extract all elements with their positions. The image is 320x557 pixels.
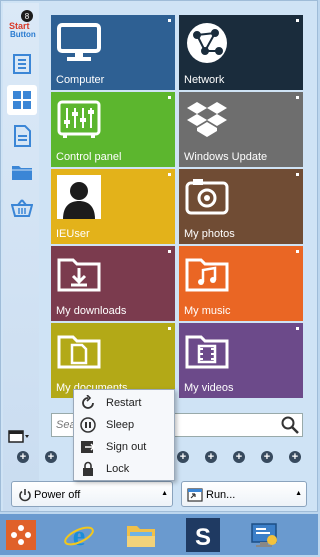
sidebar-item-tiles[interactable]: [7, 85, 37, 115]
power-menu: Restart Sleep Sign out Lock: [73, 389, 175, 481]
add-tile-button[interactable]: +: [289, 451, 301, 463]
power-icon: [19, 489, 31, 502]
taskbar: e S: [0, 514, 318, 555]
tile-my-photos[interactable]: My photos: [179, 169, 303, 244]
network-icon: [187, 23, 227, 63]
tile-my-downloads[interactable]: My downloads: [51, 246, 175, 321]
sign-out-icon: [81, 441, 96, 453]
power-off-button[interactable]: Power off ▲: [11, 481, 173, 507]
search-icon[interactable]: [280, 415, 300, 435]
add-tile-button[interactable]: +: [45, 451, 57, 463]
tile-label: My videos: [184, 382, 234, 394]
start-button-logo[interactable]: 8 Start Button: [7, 9, 37, 39]
tiles-icon: [13, 91, 31, 109]
sidebar: 8 Start Button: [3, 3, 39, 511]
add-tile-button[interactable]: +: [177, 451, 189, 463]
menu-item-restart[interactable]: Restart: [74, 392, 174, 414]
tile-my-videos[interactable]: My videos: [179, 323, 303, 398]
folder-icon: [12, 166, 32, 180]
tile-label: My photos: [184, 228, 235, 240]
svg-text:Button: Button: [10, 30, 36, 39]
document-icon: [14, 125, 31, 147]
taskbar-start-button-app[interactable]: S: [186, 518, 220, 552]
user-avatar-icon: [57, 175, 101, 219]
tile-computer[interactable]: Computer: [51, 15, 175, 90]
start-button[interactable]: [6, 520, 36, 550]
add-tile-button[interactable]: +: [261, 451, 273, 463]
tile-control-panel[interactable]: Control panel: [51, 92, 175, 167]
svg-text:S: S: [195, 524, 211, 551]
tile-label: Windows Update: [184, 151, 268, 163]
tile-label: IEUser: [56, 228, 90, 240]
computer-icon: [57, 23, 101, 61]
taskbar-file-explorer[interactable]: [124, 518, 158, 552]
tile-label: Control panel: [56, 151, 122, 163]
svg-text:8: 8: [25, 12, 30, 21]
start-menu-window: 8 Start Button Computer Network Control …: [0, 0, 318, 512]
dropbox-icon: [187, 102, 227, 137]
menu-item-label: Lock: [106, 463, 130, 475]
sleep-icon: [80, 417, 96, 433]
tile-label: My downloads: [56, 305, 127, 317]
power-off-label: Power off: [34, 489, 81, 501]
tile-label: Computer: [56, 74, 105, 86]
control-panel-icon: [251, 523, 277, 547]
download-folder-icon: [57, 258, 101, 292]
control-panel-icon: [57, 100, 101, 138]
menu-item-label: Restart: [106, 397, 142, 409]
basket-icon: [11, 199, 33, 217]
start-logo-icon: [11, 525, 31, 545]
internet-explorer-icon: e: [64, 521, 94, 552]
folder-icon: [127, 526, 155, 547]
tile-user[interactable]: IEUser: [51, 169, 175, 244]
window-icon: [8, 430, 29, 443]
dropdown-arrow-icon[interactable]: ▲: [161, 490, 168, 497]
sidebar-item-list[interactable]: [7, 49, 37, 79]
tile-label: My music: [184, 305, 231, 317]
taskbar-control-panel[interactable]: [248, 518, 282, 552]
menu-item-label: Sleep: [106, 419, 135, 431]
tile-my-documents[interactable]: My documents: [51, 323, 175, 398]
menu-item-label: Sign out: [106, 441, 147, 453]
run-button[interactable]: Run... ▲: [181, 481, 307, 507]
sidebar-item-folder[interactable]: [7, 157, 37, 187]
lock-icon: [83, 461, 93, 476]
menu-item-lock[interactable]: Lock: [74, 458, 174, 480]
tile-my-music[interactable]: My music: [179, 246, 303, 321]
taskbar-internet-explorer[interactable]: e: [62, 518, 96, 552]
window-toggle-button[interactable]: [7, 429, 31, 445]
dropdown-arrow-icon[interactable]: ▲: [295, 490, 302, 497]
svg-text:e: e: [73, 521, 85, 552]
restart-icon: [82, 395, 94, 409]
tile-label: Network: [184, 74, 225, 86]
add-tile-button[interactable]: +: [233, 451, 245, 463]
run-label: Run...: [206, 489, 236, 501]
run-icon: [187, 488, 203, 502]
add-tile-button[interactable]: +: [17, 451, 29, 463]
tile-windows-update[interactable]: Windows Update: [179, 92, 303, 167]
sidebar-item-documents[interactable]: [7, 121, 37, 151]
menu-item-sign-out[interactable]: Sign out: [74, 436, 174, 458]
menu-item-sleep[interactable]: Sleep: [74, 414, 174, 436]
video-folder-icon: [185, 335, 229, 369]
list-icon: [13, 54, 31, 74]
music-folder-icon: [185, 258, 229, 292]
tile-network[interactable]: Network: [179, 15, 303, 90]
documents-folder-icon: [57, 335, 101, 369]
sidebar-item-basket[interactable]: [7, 193, 37, 223]
add-tile-button[interactable]: +: [205, 451, 217, 463]
camera-icon: [185, 179, 229, 215]
s-logo-icon: S: [195, 524, 211, 551]
